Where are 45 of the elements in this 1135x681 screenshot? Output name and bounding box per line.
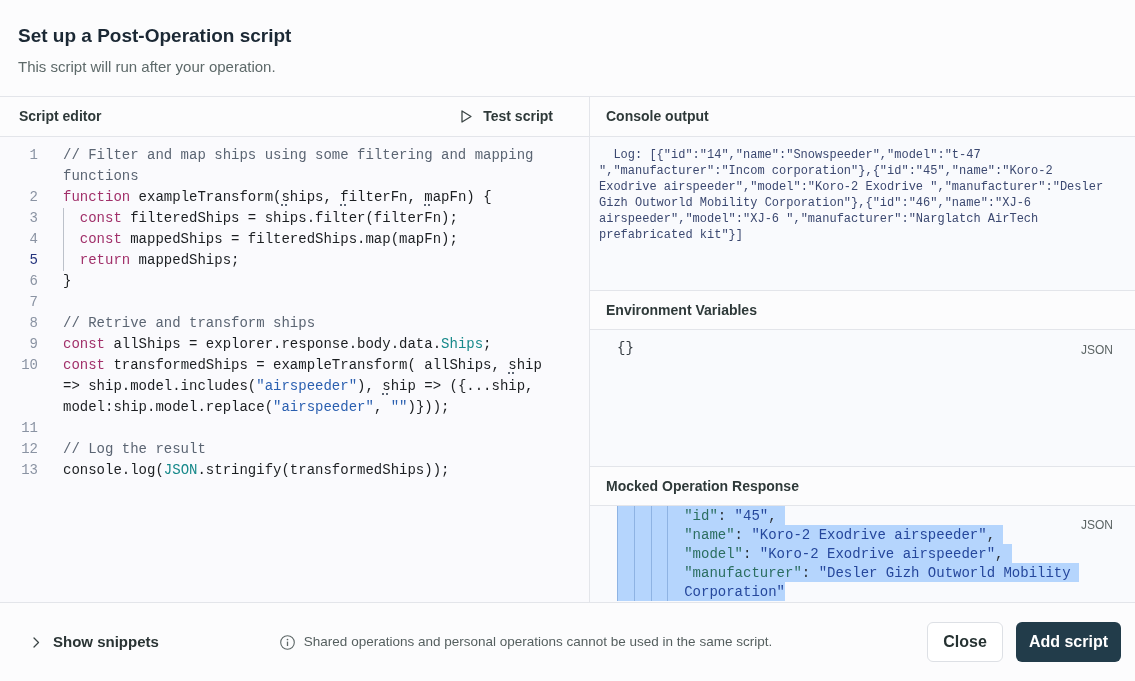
line-number: 7 [28, 293, 38, 312]
code-line: // Filter and map ships using some filtering and mapping functions [63, 146, 535, 186]
line-number: 9 [28, 335, 38, 354]
code-line: // Retrive and transform ships [63, 314, 316, 333]
code-line: const mappedShips = filteredShips.map(mapFn); [63, 229, 458, 250]
test-script-button[interactable]: Test script [461, 102, 553, 131]
language-label: JSON [1081, 517, 1113, 533]
line-number: 8 [28, 314, 38, 333]
info-icon [279, 634, 295, 650]
code-line: return mappedShips; [63, 250, 240, 271]
code-line: const transformedShips = exampleTransform( allShips, ship => ship.model.includes("airspeeder"), ship => ({...ship, model:ship.model.replace("airspeeder", "")})); [63, 356, 543, 417]
play-icon [461, 110, 473, 123]
line-number: 4 [28, 230, 38, 249]
language-label: JSON [1081, 342, 1113, 358]
show-snippets-toggle[interactable]: Show snippets [33, 627, 159, 657]
panel-title: Mocked Operation Response [606, 476, 799, 496]
dialog-subtitle: This script will run after your operation. [18, 57, 276, 77]
code-line: "name": "Koro-2 Exodrive airspeeder", [617, 525, 1004, 544]
panel-title: Environment Variables [606, 300, 757, 320]
line-number: 11 [20, 419, 38, 438]
code-line: console.log(JSON.stringify(transformedShips)); [63, 461, 450, 480]
line-number: 3 [28, 209, 38, 228]
line-number: 2 [28, 188, 38, 207]
code-line: "manufacturer": "Desler Gizh Outworld Mobility Corporation" [617, 563, 1081, 601]
code-line: // Log the result [63, 440, 206, 459]
line-number: 5 [28, 251, 38, 270]
code-line: const allShips = explorer.response.body.data.Ships; [63, 335, 492, 354]
panel-title: Script editor [19, 107, 102, 126]
close-button[interactable]: Close [927, 622, 1003, 662]
line-number: 6 [28, 272, 38, 291]
json-text: {} [617, 339, 634, 358]
code-line: "id": "45", [617, 506, 786, 525]
notice-text: Shared operations and personal operations cannot be used in the same script. [303, 632, 773, 651]
line-number: 13 [20, 461, 38, 480]
line-number: 12 [20, 440, 38, 459]
code-line: function exampleTransform(ships, filterFn, mapFn) { [63, 188, 492, 207]
add-script-button[interactable]: Add script [1015, 622, 1121, 662]
line-number: 10 [20, 356, 38, 375]
console-output-text: Log: [{"id":"14","name":"Snowspeeder","model":"t-47 ","manufacturer":"Incom corporation"},{"id":"45","name":"Koro-2 Exodrive airspeeder","model":"Koro-2 Exodrive ","manufacturer":"Desler Gizh Outworld Mobility Corporation"},{"id":"46","name":"XJ-6 airspeeder","model":"XJ-6 ","manufacturer":"Narglatch AirTech prefabricated kit"}] [599, 147, 1105, 243]
line-number: 1 [28, 146, 38, 165]
code-line: const filteredShips = ships.filter(filterFn); [63, 208, 458, 229]
panel-title: Console output [606, 107, 709, 126]
code-line: "model": "Koro-2 Exodrive airspeeder", [617, 544, 1012, 563]
dialog-title: Set up a Post-Operation script [18, 24, 292, 48]
code-line: } [63, 272, 72, 291]
